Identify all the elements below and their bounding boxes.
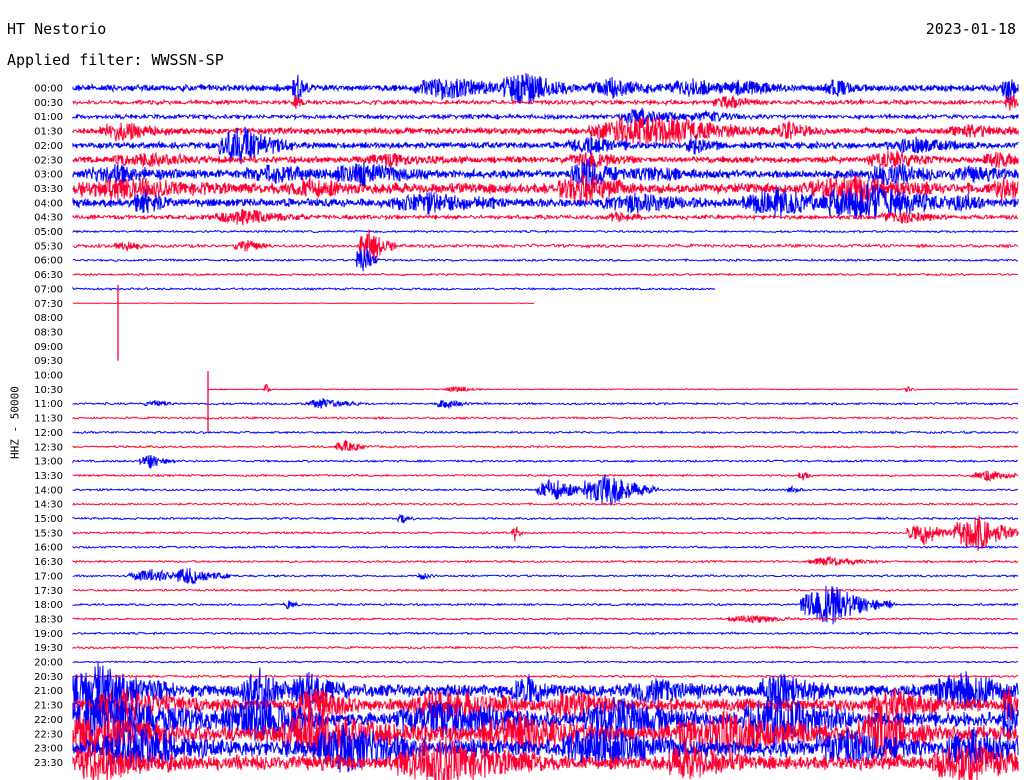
time-label: 02:00 [34, 141, 63, 152]
time-label: 17:30 [34, 586, 63, 597]
time-label: 18:00 [34, 600, 63, 611]
seismic-trace-row [72, 286, 716, 291]
seismic-trace-row [72, 116, 1019, 147]
time-label: 02:30 [34, 155, 63, 166]
seismic-trace-row [72, 150, 1019, 169]
time-label: 22:00 [34, 715, 63, 726]
time-label: 03:00 [34, 170, 63, 181]
time-label: 10:00 [34, 371, 63, 382]
time-label: 13:00 [34, 457, 63, 468]
seismic-trace-row [72, 107, 1019, 126]
seismic-trace-row [72, 473, 1019, 507]
seismic-trace-row [72, 631, 1019, 636]
time-label: 15:00 [34, 514, 63, 525]
time-label: 05:30 [34, 241, 63, 252]
time-label: 09:00 [34, 342, 63, 353]
time-label: 15:30 [34, 528, 63, 539]
time-label: 16:30 [34, 557, 63, 568]
time-label: 23:30 [34, 758, 63, 769]
time-label: 10:30 [34, 385, 63, 396]
time-label: 19:00 [34, 629, 63, 640]
time-label: 21:30 [34, 701, 63, 712]
time-label: 21:00 [34, 686, 63, 697]
seismic-trace-row [72, 73, 1019, 105]
time-label: 00:00 [34, 84, 63, 95]
seismic-trace-row [72, 645, 1019, 650]
time-label: 03:30 [34, 184, 63, 195]
seismic-trace-row [72, 430, 1019, 435]
time-label: 18:30 [34, 614, 63, 625]
time-label: 05:00 [34, 227, 63, 238]
seismic-trace-row [72, 229, 1019, 261]
time-label: 04:00 [34, 198, 63, 209]
seismic-trace-row [72, 302, 535, 305]
time-label: 19:30 [34, 643, 63, 654]
time-label: 01:00 [34, 112, 63, 123]
seismic-trace-row [72, 567, 1019, 585]
time-label: 08:00 [34, 313, 63, 324]
seismic-trace-row [72, 470, 1019, 482]
time-label: 20:00 [34, 658, 63, 669]
time-label: 06:00 [34, 256, 63, 267]
seismic-trace-row [72, 272, 1019, 277]
time-label: 11:30 [34, 414, 63, 425]
seismic-trace-row [72, 397, 1019, 410]
seismic-trace-row [72, 229, 1019, 234]
time-label: 04:30 [34, 213, 63, 224]
time-label: 01:30 [34, 127, 63, 138]
seismic-trace-row [72, 674, 1019, 679]
time-label: 14:00 [34, 485, 63, 496]
seismic-trace-row [72, 439, 1019, 452]
seismic-trace-row [207, 383, 1019, 393]
seismic-trace-row [72, 515, 1019, 551]
seismic-trace-row [72, 501, 1019, 507]
seismic-trace-row [72, 455, 1019, 470]
time-label: 23:00 [34, 744, 63, 755]
time-label: 16:00 [34, 543, 63, 554]
seismic-trace-row [72, 247, 1019, 272]
time-label: 00:30 [34, 98, 63, 109]
seismic-trace-row [72, 415, 1019, 421]
seismic-trace-row [72, 545, 1019, 550]
time-label: 07:00 [34, 284, 63, 295]
time-label: 09:30 [34, 356, 63, 367]
time-label: 12:00 [34, 428, 63, 439]
time-label: 12:30 [34, 442, 63, 453]
time-label: 20:30 [34, 672, 63, 683]
time-label: 06:30 [34, 270, 63, 281]
seismic-trace-row [72, 513, 1019, 524]
seismic-trace-row [72, 555, 1019, 567]
seismic-trace-row [72, 660, 1019, 664]
time-label: 13:30 [34, 471, 63, 482]
time-label: 14:30 [34, 500, 63, 511]
seismic-trace-row [72, 615, 1019, 624]
time-label: 17:00 [34, 571, 63, 582]
helicorder-plot: 00:00 00:30 01:00 01:30 02:00 02:30 03:00 03:30… [34, 73, 1019, 780]
time-label: 07:30 [34, 299, 63, 310]
time-label: 08:30 [34, 327, 63, 338]
seismic-trace-row [72, 588, 1019, 593]
time-label: 11:00 [34, 399, 63, 410]
time-label: 22:30 [34, 729, 63, 740]
seismic-trace-row [72, 94, 1019, 111]
